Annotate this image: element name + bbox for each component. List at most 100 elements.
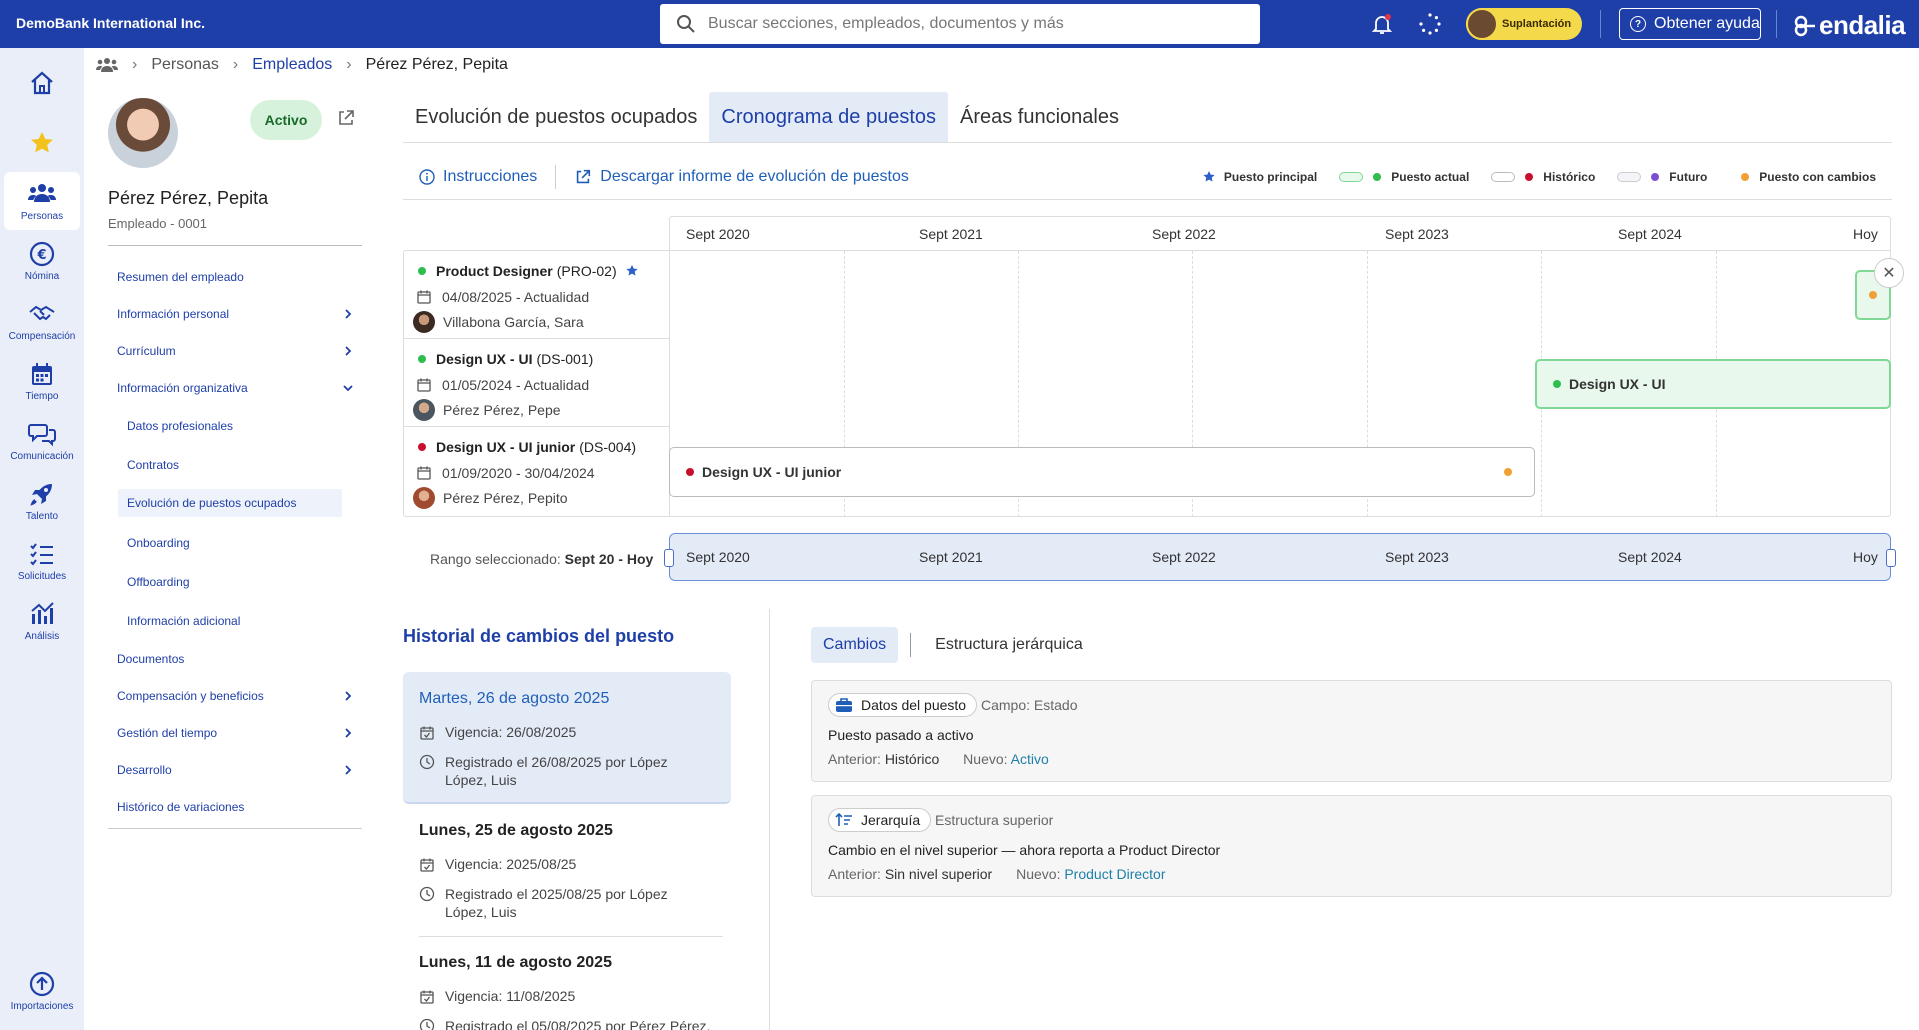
tab-evolucion[interactable]: Evolución de puestos ocupados xyxy=(403,92,709,142)
company-name: DemoBank International Inc. xyxy=(16,15,206,31)
impersonate-label: Suplantación xyxy=(1502,18,1572,30)
position-name: Design UX - UI xyxy=(436,351,533,367)
chevron-right-icon: › xyxy=(232,56,239,73)
position-code: (DS-004) xyxy=(579,439,637,455)
menu-label: Histórico de variaciones xyxy=(117,799,245,814)
menu-info-personal[interactable]: Información personal xyxy=(108,295,362,332)
menu-documentos[interactable]: Documentos xyxy=(108,640,362,677)
divider xyxy=(403,199,1892,200)
instructions-link[interactable]: Instrucciones xyxy=(419,168,537,186)
change-description: Cambio en el nivel superior — ahora repo… xyxy=(828,842,1221,858)
nav-favorites[interactable] xyxy=(4,114,80,172)
nav-comunicacion[interactable]: Comunicación xyxy=(4,412,80,470)
menu-info-organizativa[interactable]: Información organizativa xyxy=(108,369,362,406)
menu-onboarding[interactable]: Onboarding xyxy=(108,523,362,562)
prev-value: Sin nivel superior xyxy=(884,866,993,882)
nav-compensacion[interactable]: Compensación xyxy=(4,292,80,350)
euro-icon: € xyxy=(29,241,55,267)
external-link-icon xyxy=(577,169,591,184)
help-button[interactable]: ? Obtener ayuda xyxy=(1619,8,1761,40)
tab-areas[interactable]: Áreas funcionales xyxy=(948,92,1131,142)
employee-name: Pérez Pérez, Pepita xyxy=(108,188,269,208)
person-name: Villabona García, Sara xyxy=(443,314,584,330)
menu-label: Evolución de puestos ocupados xyxy=(127,496,297,510)
chip-label: Jerarquía xyxy=(861,812,921,828)
external-link-icon[interactable] xyxy=(336,108,356,128)
legend-swatch xyxy=(1617,172,1642,182)
search-input[interactable] xyxy=(708,15,1248,33)
menu-desarrollo[interactable]: Desarrollo xyxy=(108,751,362,788)
range-value: Sept 20 - Hoy xyxy=(564,551,654,567)
breadcrumb-personas[interactable]: Personas xyxy=(151,56,219,74)
history-registro: Registrado el 26/08/2025 por López López… xyxy=(419,753,699,789)
bell-icon[interactable] xyxy=(1370,12,1394,36)
menu-compensacion[interactable]: Compensación y beneficios xyxy=(108,677,362,714)
range-label-text: Rango seleccionado: xyxy=(430,551,561,567)
timeline-bar-design-ux-ui-junior[interactable]: Design UX - UI junior xyxy=(669,447,1535,497)
clock-icon xyxy=(419,754,435,770)
help-label: Obtener ayuda xyxy=(1654,15,1760,32)
menu-contratos[interactable]: Contratos xyxy=(108,445,362,484)
close-button[interactable]: ✕ xyxy=(1874,258,1904,288)
menu-historico-variaciones[interactable]: Histórico de variaciones xyxy=(108,788,362,825)
nav-tiempo[interactable]: Tiempo xyxy=(4,352,80,410)
calendar-check-icon xyxy=(420,858,434,872)
range-slider[interactable]: Sept 2020 Sept 2021 Sept 2022 Sept 2023 … xyxy=(664,533,1896,581)
field-label: Estructura superior xyxy=(935,812,1054,828)
row-person: Pérez Pérez, Pepe xyxy=(413,399,561,421)
nav-analisis[interactable]: Análisis xyxy=(4,592,80,650)
global-search[interactable] xyxy=(660,4,1260,44)
history-entry[interactable]: Lunes, 25 de agosto 2025 Vigencia: 2025/… xyxy=(403,804,731,936)
breadcrumb-empleados[interactable]: Empleados xyxy=(252,56,332,74)
menu-resumen[interactable]: Resumen del empleado xyxy=(108,258,362,295)
nav-label: Talento xyxy=(25,511,59,522)
range-tick: Sept 2023 xyxy=(1385,549,1449,565)
nav-label: Tiempo xyxy=(25,391,59,402)
timeline-bar-design-ux-ui[interactable]: Design UX - UI xyxy=(1535,359,1891,409)
range-handle-end[interactable] xyxy=(1886,549,1896,567)
endalia-logo[interactable]: endalia xyxy=(1793,10,1906,41)
field-label: Campo: Estado xyxy=(981,697,1078,713)
avatar xyxy=(413,487,435,509)
hierarchy-icon xyxy=(835,812,852,826)
nav-solicitudes[interactable]: Solicitudes xyxy=(4,532,80,590)
timeline-row[interactable]: Product Designer (PRO-02) 04/08/2025 - A… xyxy=(404,251,670,339)
tab-cronograma[interactable]: Cronograma de puestos xyxy=(709,92,948,142)
history-entry[interactable]: Lunes, 11 de agosto 2025 Vigencia: 11/08… xyxy=(403,936,731,1030)
nav-importaciones[interactable]: Importaciones xyxy=(4,962,80,1020)
timeline-row[interactable]: Design UX - UI junior (DS-004) 01/09/202… xyxy=(404,427,670,515)
impersonate-button[interactable]: Suplantación xyxy=(1466,8,1582,40)
menu-info-adicional[interactable]: Información adicional xyxy=(108,601,362,640)
person-name: Pérez Pérez, Pepito xyxy=(443,490,568,506)
timeline-row[interactable]: Design UX - UI (DS-001) 01/05/2024 - Act… xyxy=(404,339,670,427)
menu-offboarding[interactable]: Offboarding xyxy=(108,562,362,601)
download-report-link[interactable]: Descargar informe de evolución de puesto… xyxy=(574,168,909,186)
nav-home[interactable] xyxy=(4,54,80,112)
chevron-right-icon: › xyxy=(132,56,138,73)
history-date: Lunes, 25 de agosto 2025 xyxy=(419,822,613,839)
changes-tabs: Cambios Estructura jerárquica xyxy=(811,627,1095,663)
menu-evolucion-puestos[interactable]: Evolución de puestos ocupados xyxy=(118,489,342,517)
menu-datos-profesionales[interactable]: Datos profesionales xyxy=(108,406,362,445)
nav-personas[interactable]: Personas xyxy=(4,172,80,230)
tab-estructura[interactable]: Estructura jerárquica xyxy=(923,627,1095,663)
history-vigencia: Vigencia: 26/08/2025 xyxy=(419,724,576,741)
menu-curriculum[interactable]: Currículum xyxy=(108,332,362,369)
toolbar: Instrucciones Descargar informe de evolu… xyxy=(403,160,1892,194)
history-entry[interactable]: Martes, 26 de agosto 2025 Vigencia: 26/0… xyxy=(403,672,731,804)
nav-talento[interactable]: Talento xyxy=(4,472,80,530)
menu-gestion-tiempo[interactable]: Gestión del tiempo xyxy=(108,714,362,751)
range-handle-start[interactable] xyxy=(664,549,674,567)
divider xyxy=(108,828,362,829)
status-dot xyxy=(686,468,694,476)
logo-text: endalia xyxy=(1819,10,1906,40)
menu-label: Compensación y beneficios xyxy=(117,688,264,703)
tab-cambios[interactable]: Cambios xyxy=(811,627,899,663)
nav-nomina[interactable]: € Nómina xyxy=(4,232,80,290)
history-date: Lunes, 11 de agosto 2025 xyxy=(419,954,612,971)
calendar-icon xyxy=(417,290,431,304)
change-dot xyxy=(1504,468,1512,476)
vigencia-text: Vigencia: 2025/08/25 xyxy=(445,856,577,872)
timeline-tick: Sept 2023 xyxy=(1385,226,1449,242)
star-icon xyxy=(1203,171,1215,182)
